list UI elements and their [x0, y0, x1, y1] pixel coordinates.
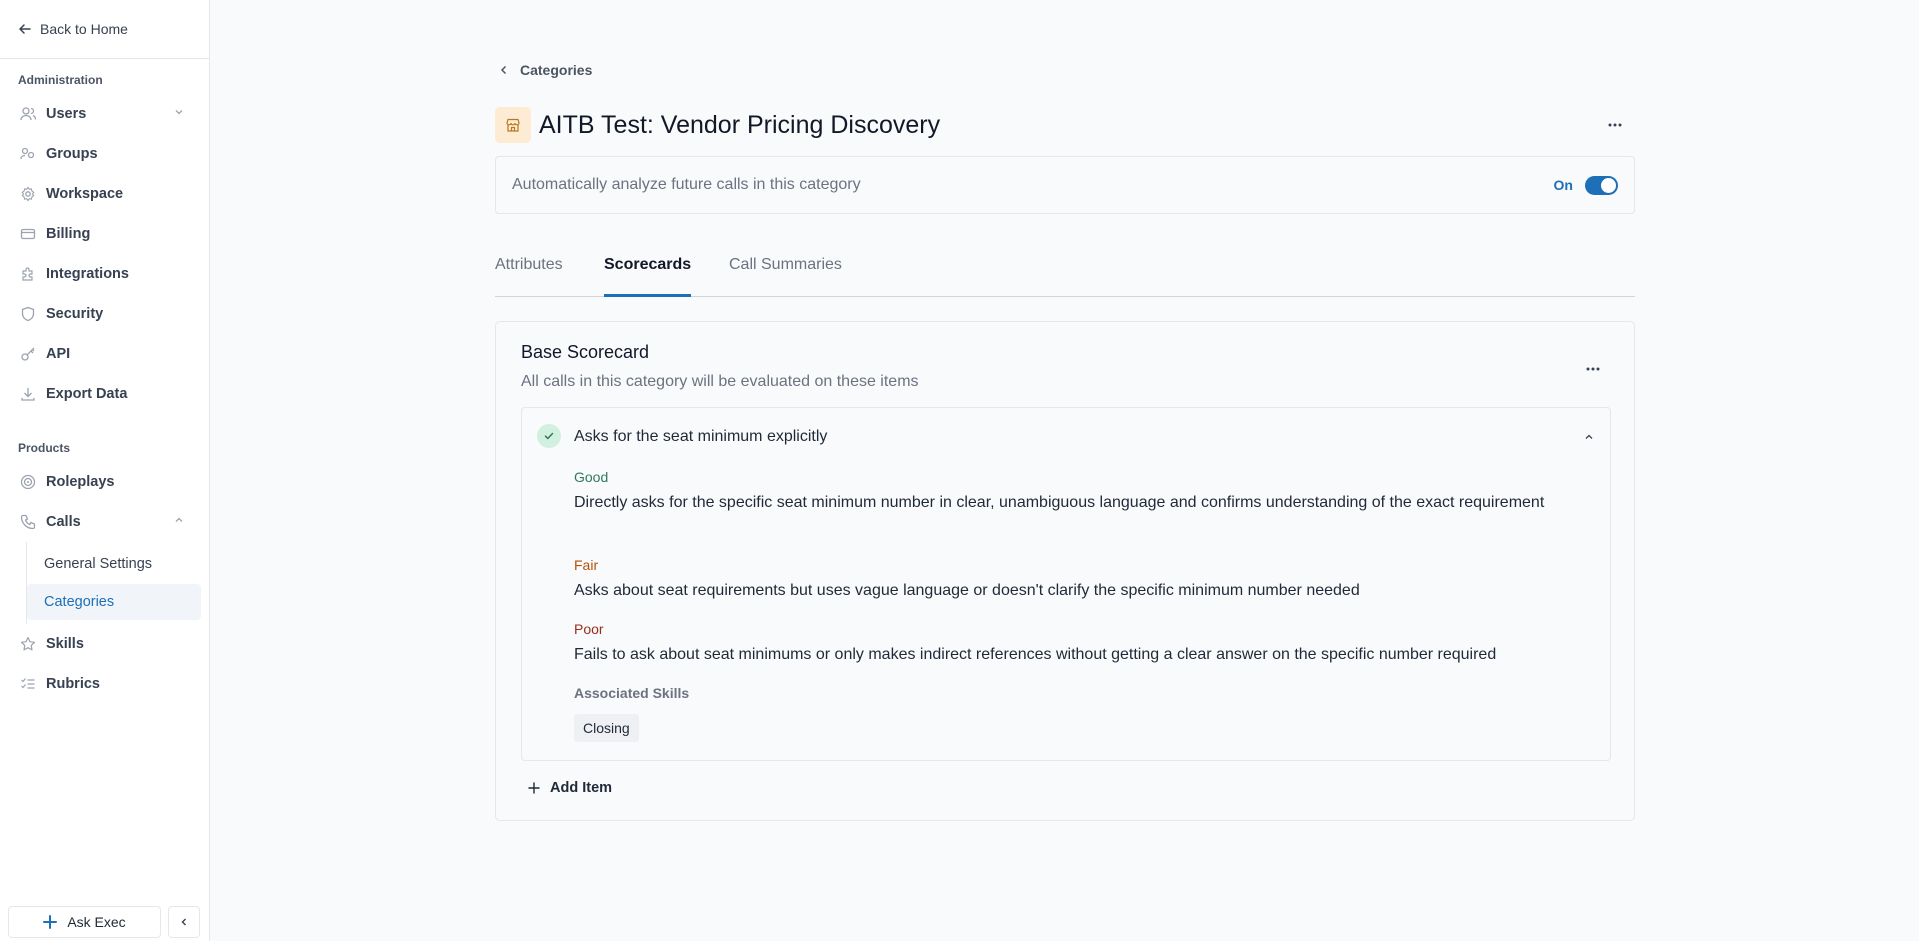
sidebar-item-users-label: Users: [46, 106, 87, 122]
back-to-home-link[interactable]: Back to Home: [0, 0, 209, 59]
chevron-up-icon[interactable]: [1583, 430, 1595, 448]
add-item-label: Add Item: [550, 780, 613, 796]
page-title: AITB Test: Vendor Pricing Discovery: [539, 110, 941, 139]
chevron-up-icon: [173, 514, 185, 530]
sidebar-item-security-label: Security: [46, 306, 104, 322]
sidebar-item-billing[interactable]: Billing: [0, 214, 209, 254]
add-item-button[interactable]: Add Item: [528, 780, 612, 796]
auto-analyze-toggle[interactable]: [1585, 175, 1618, 195]
check-icon: [537, 424, 561, 448]
tab-scorecards[interactable]: Scorecards: [604, 256, 692, 297]
scorecard-item: Asks for the seat minimum explicitly Goo…: [521, 407, 1611, 761]
sidebar-subitem-categories-label: Categories: [44, 594, 115, 610]
back-to-home-label: Back to Home: [40, 21, 128, 37]
breadcrumb-categories: Categories: [520, 62, 593, 78]
chevron-left-icon: [500, 65, 507, 75]
more-horizontal-icon: [1608, 123, 1622, 127]
collapse-sidebar-button[interactable]: [168, 906, 200, 938]
tab-attributes[interactable]: Attributes: [495, 256, 563, 297]
chevron-down-icon: [173, 106, 185, 122]
sidebar-item-api-label: API: [46, 346, 71, 362]
sidebar-item-groups[interactable]: Groups: [0, 134, 209, 174]
sidebar-footer: Ask Exec: [8, 906, 200, 938]
scorecard-subtitle: All calls in this category will be evalu…: [521, 373, 919, 390]
calls-sub-nav: General Settings Categories: [26, 542, 209, 624]
phone-icon: [20, 514, 36, 530]
credit-card-icon: [20, 226, 36, 242]
toggle-knob: [1601, 177, 1616, 193]
breadcrumb[interactable]: Categories: [495, 62, 592, 78]
grade-good-text: Directly asks for the specific seat mini…: [574, 494, 1545, 511]
sidebar-item-export-data-label: Export Data: [46, 386, 128, 402]
sidebar-item-workspace-label: Workspace: [46, 186, 124, 202]
sidebar: Back to Home Administration Users Groups…: [0, 0, 210, 941]
sidebar-item-security[interactable]: Security: [0, 294, 209, 334]
grade-fair-text: Asks about seat requirements but uses va…: [574, 582, 1360, 599]
title-row: AITB Test: Vendor Pricing Discovery: [495, 107, 1635, 143]
gear-icon: [20, 186, 36, 202]
sidebar-item-roleplays[interactable]: Roleplays: [0, 462, 209, 502]
auto-analyze-toggle-group: On: [1553, 175, 1618, 195]
list-check-icon: [20, 676, 36, 692]
ask-exec-label: Ask Exec: [67, 914, 126, 930]
sparkle-plus-icon: [43, 915, 58, 929]
sidebar-item-roleplays-label: Roleplays: [46, 474, 115, 490]
sidebar-item-users[interactable]: Users: [0, 94, 209, 134]
ask-exec-button[interactable]: Ask Exec: [8, 906, 161, 938]
sidebar-subitem-general-settings[interactable]: General Settings: [27, 546, 201, 582]
more-options-button[interactable]: [1607, 115, 1623, 133]
toggle-label: On: [1553, 177, 1573, 193]
sidebar-item-integrations[interactable]: Integrations: [0, 254, 209, 294]
tabs: Attributes Scorecards Call Summaries: [495, 256, 1635, 297]
users-icon: [20, 106, 36, 122]
download-icon: [20, 386, 36, 402]
sidebar-item-skills[interactable]: Skills: [0, 624, 209, 664]
sidebar-item-integrations-label: Integrations: [46, 266, 129, 282]
target-icon: [20, 474, 36, 490]
scorecard-more-button[interactable]: [1585, 359, 1601, 377]
key-icon: [20, 346, 36, 362]
products-section-label: Products: [18, 441, 71, 455]
sidebar-item-workspace[interactable]: Workspace: [0, 174, 209, 214]
sidebar-item-export-data[interactable]: Export Data: [0, 374, 209, 414]
sidebar-item-calls-label: Calls: [46, 514, 81, 530]
sidebar-item-billing-label: Billing: [46, 226, 91, 242]
star-icon: [20, 636, 36, 652]
sidebar-item-calls[interactable]: Calls: [0, 502, 209, 542]
groups-icon: [20, 146, 36, 162]
grade-poor-text: Fails to ask about seat minimums or only…: [574, 646, 1497, 663]
puzzle-icon: [20, 266, 36, 282]
auto-analyze-text: Automatically analyze future calls in th…: [512, 176, 861, 193]
sidebar-item-rubrics[interactable]: Rubrics: [0, 664, 209, 704]
sidebar-item-skills-label: Skills: [46, 636, 84, 652]
store-icon: [495, 107, 531, 143]
skill-chip: Closing: [574, 714, 639, 742]
grade-good-label: Good: [574, 469, 609, 485]
sidebar-item-api[interactable]: API: [0, 334, 209, 374]
sidebar-item-groups-label: Groups: [46, 146, 98, 162]
sidebar-subitem-general-settings-label: General Settings: [44, 556, 153, 572]
sidebar-subitem-categories[interactable]: Categories: [27, 584, 201, 620]
grade-poor-label: Poor: [574, 621, 604, 637]
auto-analyze-setting: Automatically analyze future calls in th…: [495, 156, 1635, 214]
sidebar-item-rubrics-label: Rubrics: [46, 676, 100, 692]
shield-icon: [20, 306, 36, 322]
grade-fair-label: Fair: [574, 557, 599, 573]
tab-call-summaries[interactable]: Call Summaries: [729, 256, 842, 297]
scorecard-title: Base Scorecard: [521, 342, 650, 362]
scorecard-card: Base Scorecard All calls in this categor…: [495, 321, 1635, 821]
plus-icon: [528, 782, 540, 794]
chevron-left-icon: [181, 918, 186, 926]
more-horizontal-icon: [1586, 367, 1600, 371]
associated-skills-label: Associated Skills: [574, 685, 690, 701]
scorecard-item-title[interactable]: Asks for the seat minimum explicitly: [574, 428, 827, 446]
administration-section-label: Administration: [18, 73, 103, 87]
arrow-left-icon: [19, 24, 31, 34]
